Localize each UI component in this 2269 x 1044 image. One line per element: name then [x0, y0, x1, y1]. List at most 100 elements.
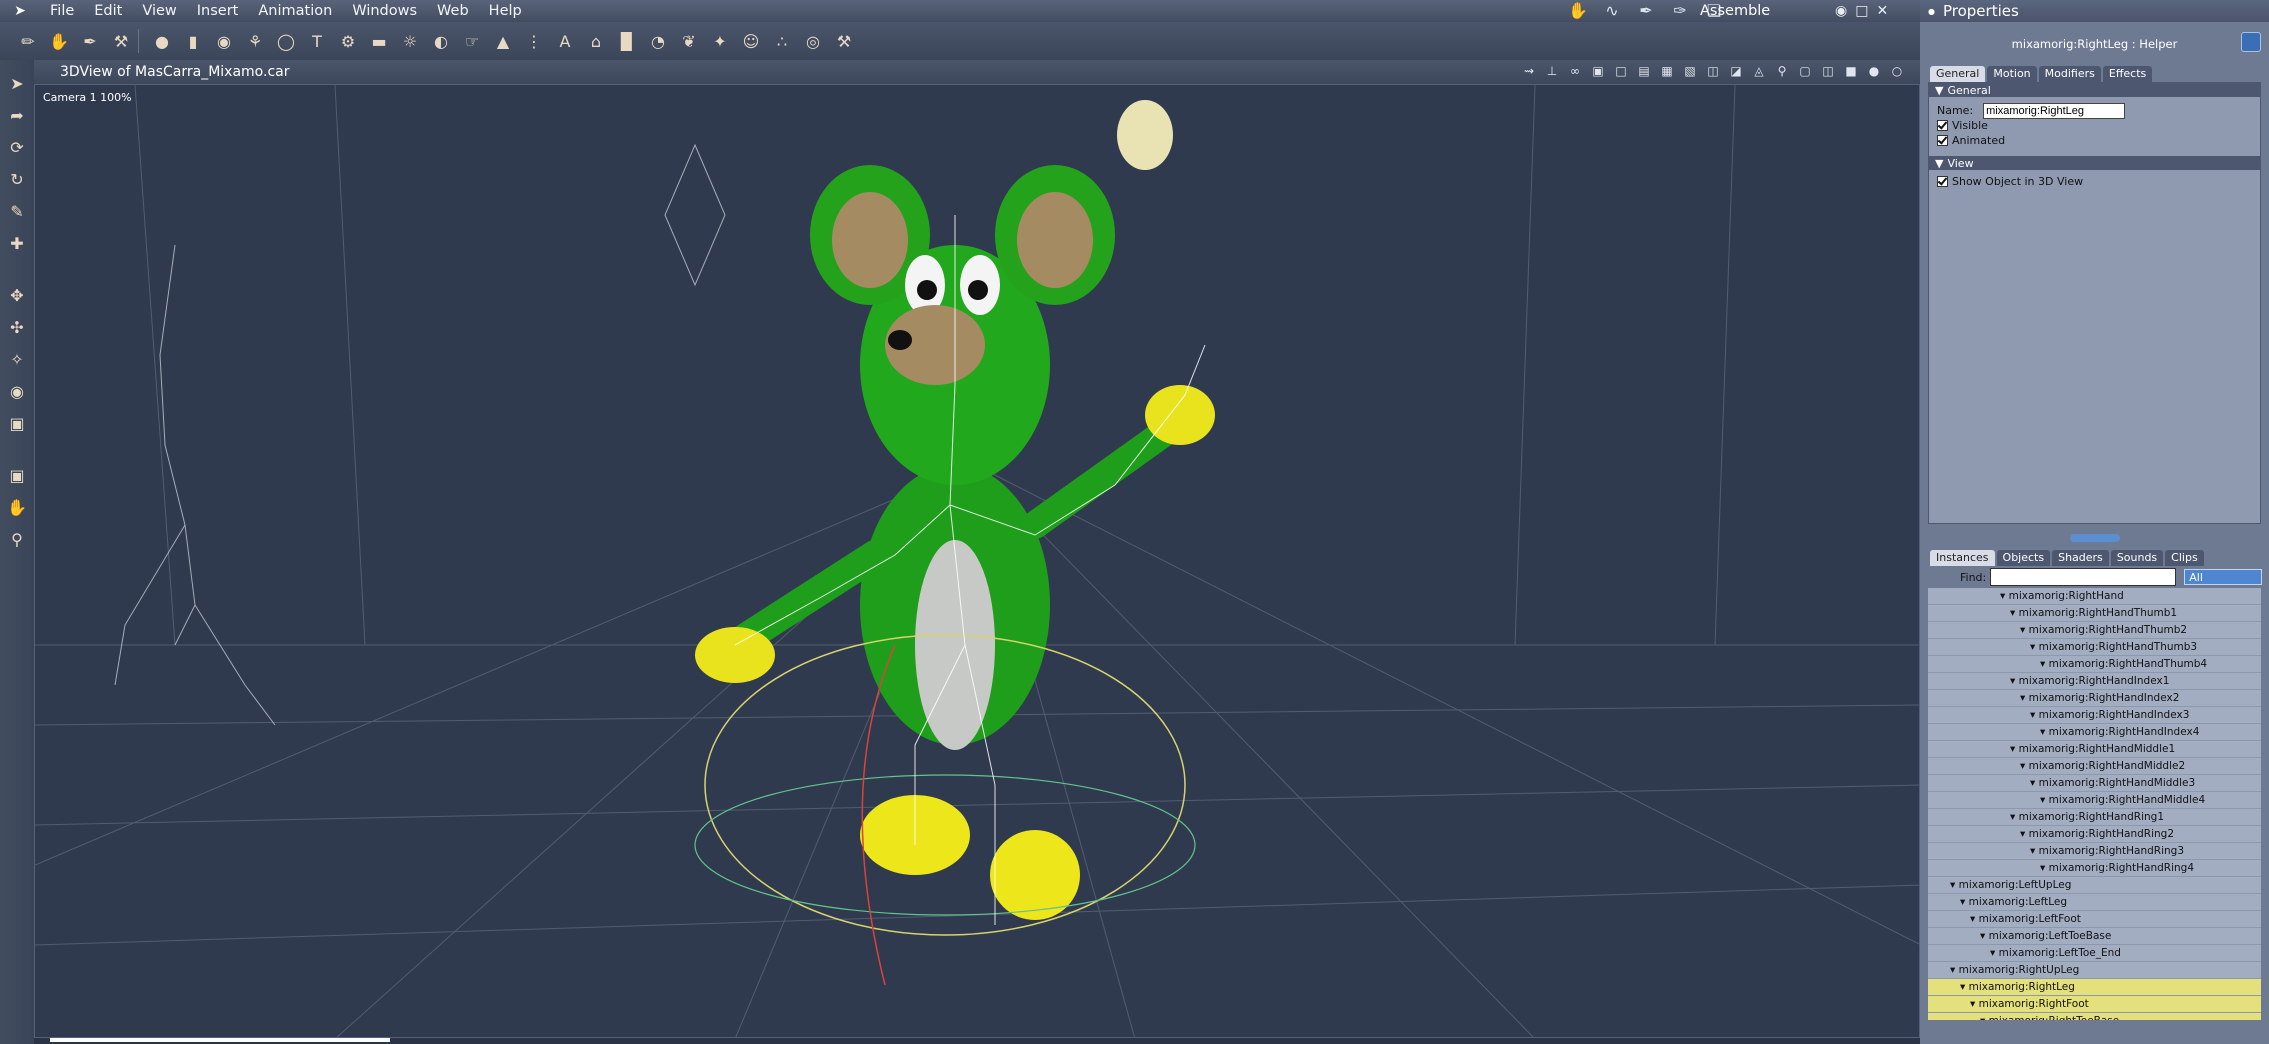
menu-web[interactable]: Web	[427, 3, 479, 19]
tab-effects[interactable]: Effects	[2102, 66, 2153, 82]
pencil-tool-icon[interactable]: ✏	[14, 27, 42, 55]
tree-expand-icon[interactable]: ▾	[2030, 777, 2039, 789]
cube-icon[interactable]: ◫	[1704, 62, 1722, 80]
tree-item[interactable]: ▾ mixamorig:RightFoot	[1928, 996, 2261, 1013]
brush-tool-icon[interactable]: ✒	[76, 27, 104, 55]
tree-item[interactable]: ▾ mixamorig:RightLeg	[1928, 979, 2261, 996]
show-row[interactable]: Show Object in 3D View	[1929, 174, 2260, 189]
tab-general[interactable]: General	[1930, 66, 1986, 82]
tree-item[interactable]: ▾ mixamorig:RightHandIndex1	[1928, 673, 2261, 690]
tree-item[interactable]: ▾ mixamorig:RightHand	[1928, 588, 2261, 605]
tree-item[interactable]: ▾ mixamorig:RightHandRing3	[1928, 843, 2261, 860]
tree-item[interactable]: ▾ mixamorig:RightHandMiddle3	[1928, 775, 2261, 792]
network-icon[interactable]: ∴	[768, 27, 796, 55]
disc-icon[interactable]: ◔	[644, 27, 672, 55]
view-section-header[interactable]: ▼ View	[1929, 156, 2260, 170]
tree-item[interactable]: ▾ mixamorig:RightHandThumb3	[1928, 639, 2261, 656]
tree-item[interactable]: ▾ mixamorig:RightToeBase	[1928, 1013, 2261, 1020]
3d-viewport[interactable]: Camera 1 100%	[34, 84, 1920, 1038]
plane-icon[interactable]: ▬	[365, 27, 393, 55]
name-field[interactable]	[1983, 102, 2126, 119]
panel-menu-button[interactable]	[2241, 32, 2261, 52]
tree-item[interactable]: ▾ mixamorig:RightHandIndex3	[1928, 707, 2261, 724]
camera-view-icon[interactable]: ⚲	[1773, 62, 1791, 80]
light-icon[interactable]: ☼	[396, 27, 424, 55]
filter-select[interactable]: All	[2184, 569, 2263, 585]
tree-expand-icon[interactable]: ▾	[2040, 862, 2049, 874]
eye-icon[interactable]: ◉	[1835, 3, 1847, 19]
tree-item[interactable]: ▾ mixamorig:LeftToe_End	[1928, 945, 2261, 962]
tree-item[interactable]: ▾ mixamorig:LeftLeg	[1928, 894, 2261, 911]
globe-icon[interactable]: ◉	[210, 27, 238, 55]
tree-expand-icon[interactable]: ▾	[1970, 913, 1979, 925]
menu-insert[interactable]: Insert	[187, 3, 249, 19]
tree-expand-icon[interactable]: ▾	[2020, 624, 2029, 636]
tree-item[interactable]: ▾ mixamorig:RightHandRing4	[1928, 860, 2261, 877]
grid-view-icon[interactable]: ▧	[1681, 62, 1699, 80]
app-logo-icon[interactable]: ➤	[0, 0, 40, 22]
pillar-icon[interactable]: ▉	[613, 27, 641, 55]
tree-item[interactable]: ▾ mixamorig:RightHandRing2	[1928, 826, 2261, 843]
sphere-render-icon[interactable]: ○	[1888, 62, 1906, 80]
solid-view-icon[interactable]: ■	[1842, 62, 1860, 80]
visible-row[interactable]: Visible	[1929, 118, 2260, 133]
general-section-header[interactable]: ▼ General	[1929, 83, 2260, 97]
tab-shaders[interactable]: Shaders	[2052, 550, 2109, 566]
shaded-cube-icon[interactable]: ◪	[1727, 62, 1745, 80]
menu-file[interactable]: File	[40, 3, 84, 19]
target-icon[interactable]: ◎	[799, 27, 827, 55]
tree-expand-icon[interactable]: ▾	[2040, 794, 2049, 806]
pan-hand-icon[interactable]: ✋	[4, 494, 30, 520]
tab-modifiers[interactable]: Modifiers	[2038, 66, 2101, 82]
leaf-icon[interactable]: ❦	[675, 27, 703, 55]
tree-item[interactable]: ▾ mixamorig:RightUpLeg	[1928, 962, 2261, 979]
tree-expand-icon[interactable]: ▾	[1960, 896, 1969, 908]
single-view-icon[interactable]: □	[1612, 62, 1630, 80]
tree-expand-icon[interactable]: ▾	[1950, 879, 1959, 891]
asci-icon[interactable]: A	[551, 27, 579, 55]
pin-icon[interactable]: ⊥	[1543, 62, 1561, 80]
hand-tool-icon[interactable]: ✋	[45, 27, 73, 55]
tree-expand-icon[interactable]: ▾	[2020, 692, 2029, 704]
animated-checkbox[interactable]	[1937, 135, 1948, 146]
tree-expand-icon[interactable]: ▾	[2010, 675, 2019, 687]
wrench-icon[interactable]: ⚒	[830, 27, 858, 55]
tree-expand-icon[interactable]: ▾	[1980, 930, 1989, 942]
instances-tree[interactable]: ▾ mixamorig:RightHand ▾ mixamorig:RightHa…	[1928, 588, 2261, 1020]
pen-room-icon[interactable]: ✑	[1668, 2, 1692, 20]
tree-item[interactable]: ▾ mixamorig:RightHandMiddle1	[1928, 741, 2261, 758]
tree-expand-icon[interactable]: ▾	[2000, 590, 2009, 602]
skeleton-icon[interactable]: ⚘	[241, 27, 269, 55]
find-input[interactable]	[1990, 568, 2177, 586]
tree-item[interactable]: ▾ mixamorig:LeftFoot	[1928, 911, 2261, 928]
panel-splitter[interactable]	[2069, 534, 2120, 542]
rotate-icon[interactable]: ⟳	[4, 134, 30, 160]
gear-icon[interactable]: ⚙	[334, 27, 362, 55]
particles-icon[interactable]: ⋮	[520, 27, 548, 55]
figure-icon[interactable]: ☺	[737, 27, 765, 55]
menu-view[interactable]: View	[132, 3, 186, 19]
tab-instances[interactable]: Instances	[1930, 550, 1995, 566]
tree-expand-icon[interactable]: ▾	[2030, 641, 2039, 653]
dotted-cube-icon[interactable]: ▢	[1796, 62, 1814, 80]
tree-expand-icon[interactable]: ▾	[2010, 811, 2019, 823]
tab-clips[interactable]: Clips	[2165, 550, 2204, 566]
menu-animation[interactable]: Animation	[248, 3, 342, 19]
tree-expand-icon[interactable]: ▾	[1980, 1015, 1989, 1020]
quad-view-icon[interactable]: ▦	[1658, 62, 1676, 80]
menu-edit[interactable]: Edit	[84, 3, 132, 19]
hand-room-icon[interactable]: ✋	[1566, 2, 1590, 20]
animated-row[interactable]: Animated	[1929, 133, 2260, 148]
close-icon[interactable]: ✕	[1876, 3, 1888, 19]
tree-item[interactable]: ▾ mixamorig:RightHandIndex4	[1928, 724, 2261, 741]
tab-motion[interactable]: Motion	[1987, 66, 2037, 82]
tab-sounds[interactable]: Sounds	[2110, 550, 2164, 566]
visible-checkbox[interactable]	[1937, 120, 1948, 131]
sphere-icon[interactable]: ●	[148, 27, 176, 55]
wire-cube-icon[interactable]: ◬	[1750, 62, 1768, 80]
maximize-icon[interactable]: □	[1855, 3, 1868, 19]
house-icon[interactable]: ⌂	[582, 27, 610, 55]
box-view-icon[interactable]: ◫	[1819, 62, 1837, 80]
tree-expand-icon[interactable]: ▾	[2030, 709, 2039, 721]
tree-item[interactable]: ▾ mixamorig:RightHandMiddle4	[1928, 792, 2261, 809]
